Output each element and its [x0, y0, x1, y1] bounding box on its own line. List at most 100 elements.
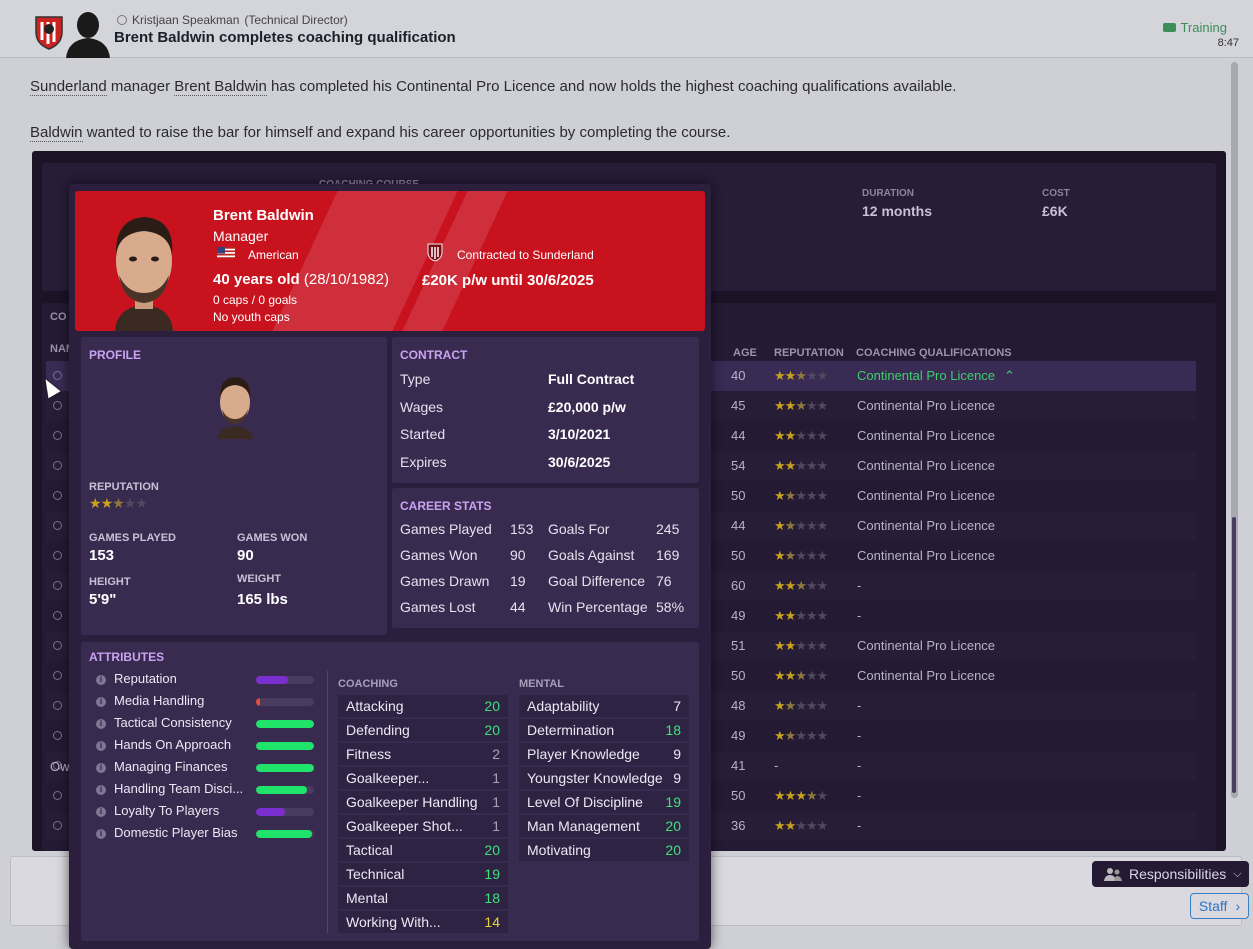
- attribute-value: 9: [673, 746, 681, 762]
- attribute-name: Youngster Knowledge: [527, 770, 663, 786]
- height-label: HEIGHT: [89, 576, 131, 588]
- message-paragraph-1: Sunderland manager Brent Baldwin has com…: [30, 75, 956, 98]
- row-age: 44: [731, 428, 746, 443]
- info-icon[interactable]: i: [96, 675, 106, 685]
- person-link[interactable]: Baldwin: [30, 124, 83, 142]
- info-icon[interactable]: i: [96, 829, 106, 839]
- manager-link[interactable]: Brent Baldwin: [174, 78, 267, 96]
- info-icon[interactable]: i: [96, 807, 106, 817]
- attribute-name: Man Management: [527, 818, 640, 834]
- attribute-bar: [256, 764, 314, 772]
- sender-line[interactable]: Kristjaan Speakman (Technical Director): [117, 13, 348, 27]
- row-age: 41: [731, 758, 746, 773]
- attribute-bar: [256, 742, 314, 750]
- age-column-header[interactable]: AGE: [733, 347, 757, 359]
- row-age: 50: [731, 668, 746, 683]
- staff-button[interactable]: Staff ›: [1190, 893, 1249, 919]
- person-icon: [53, 701, 62, 710]
- attribute-row[interactable]: Working With... 14: [338, 911, 508, 933]
- attribute-row[interactable]: Level Of Discipline 19: [519, 791, 689, 813]
- contract-key: Type: [400, 371, 431, 387]
- attribute-value: 2: [492, 746, 500, 762]
- attribute-row[interactable]: Determination 18: [519, 719, 689, 741]
- attribute-name: Defending: [346, 722, 410, 738]
- career-stat-name: Games Lost: [400, 599, 476, 615]
- attribute-row[interactable]: Youngster Knowledge 9: [519, 767, 689, 789]
- profile-title: PROFILE: [89, 348, 142, 362]
- sender-name[interactable]: Kristjaan Speakman: [132, 13, 239, 27]
- profile-portrait: [217, 377, 253, 439]
- manager-name: Brent Baldwin: [213, 207, 314, 224]
- person-icon: [53, 821, 62, 830]
- info-icon[interactable]: i: [96, 763, 106, 773]
- message-time: 8:47: [1217, 37, 1239, 49]
- responsibilities-button[interactable]: Responsibilities ⌵: [1092, 861, 1249, 887]
- row-age: 50: [731, 488, 746, 503]
- attribute-row[interactable]: Goalkeeper... 1: [338, 767, 508, 789]
- attribute-row[interactable]: Fitness 2: [338, 743, 508, 765]
- personal-attribute-name: Hands On Approach: [114, 737, 232, 752]
- attribute-bar: [256, 720, 314, 728]
- games-played-value: 153: [89, 547, 115, 564]
- games-played-label: GAMES PLAYED: [89, 532, 177, 544]
- contract-title: CONTRACT: [400, 348, 468, 362]
- info-icon[interactable]: i: [96, 785, 106, 795]
- club-link[interactable]: Sunderland: [30, 78, 107, 96]
- attribute-row[interactable]: Motivating 20: [519, 839, 689, 861]
- career-stat-name: Games Won: [400, 547, 478, 563]
- attribute-row[interactable]: Mental 18: [338, 887, 508, 909]
- row-qualification: Continental Pro Licence: [857, 548, 996, 563]
- row-age: 36: [731, 818, 746, 833]
- text-fragment: wanted to raise the bar for himself and …: [82, 124, 731, 141]
- attribute-row[interactable]: Attacking 20: [338, 695, 508, 717]
- attribute-row[interactable]: Defending 20: [338, 719, 508, 741]
- person-icon: [53, 521, 62, 530]
- attribute-name: Technical: [346, 866, 405, 882]
- attribute-row[interactable]: Tactical 20: [338, 839, 508, 861]
- row-qualification: -: [857, 758, 862, 773]
- row-reputation-stars: ★★★★★: [774, 548, 828, 563]
- chevron-right-icon: ›: [1235, 898, 1241, 914]
- chevron-up-icon[interactable]: ⌃: [1004, 368, 1015, 384]
- row-age: 54: [731, 458, 746, 473]
- row-qualification: Continental Pro Licence: [857, 488, 996, 503]
- row-qualification: Continental Pro Licence: [857, 638, 996, 653]
- row-reputation-stars: ★★★★★: [774, 728, 828, 743]
- attribute-row[interactable]: Technical 19: [338, 863, 508, 885]
- duration-label: DURATION: [862, 188, 915, 199]
- reputation-column-header[interactable]: REPUTATION: [774, 347, 844, 359]
- info-icon[interactable]: i: [96, 741, 106, 751]
- attribute-value: 18: [665, 722, 681, 738]
- sender-role: (Technical Director): [244, 13, 348, 27]
- attribute-value: 7: [673, 698, 681, 714]
- row-qualification: -: [857, 728, 862, 743]
- career-stats-title: CAREER STATS: [400, 499, 492, 513]
- message-category[interactable]: Training: [1162, 20, 1227, 35]
- coaching-label: COACHING: [338, 678, 398, 690]
- attribute-name: Goalkeeper Handling: [346, 794, 478, 810]
- cost-value: £6K: [1042, 203, 1068, 219]
- attribute-row[interactable]: Man Management 20: [519, 815, 689, 837]
- attribute-row[interactable]: Player Knowledge 9: [519, 743, 689, 765]
- table-scrollbar[interactable]: [1232, 517, 1236, 793]
- person-icon: [53, 641, 62, 650]
- attribute-row[interactable]: Goalkeeper Handling 1: [338, 791, 508, 813]
- row-reputation-stars: ★★★★★: [774, 398, 828, 413]
- info-icon[interactable]: i: [96, 697, 106, 707]
- reputation-stars: ★★★★★: [89, 495, 148, 511]
- qualifications-column-header[interactable]: COACHING QUALIFICATIONS: [856, 347, 1012, 359]
- attribute-bar-fill: [256, 698, 261, 706]
- row-qualification: -: [857, 608, 862, 623]
- profile-panel: PROFILE REPUTATION ★★★★★ GAMES PLAYED 15…: [81, 337, 387, 635]
- contract-value: 30/6/2025: [548, 453, 611, 470]
- person-icon: [53, 371, 62, 380]
- career-stat-value: 76: [656, 573, 672, 589]
- career-stat-value: 90: [510, 547, 526, 563]
- attribute-bar: [256, 808, 314, 816]
- attribute-value: 20: [665, 818, 681, 834]
- career-stat-value: 169: [656, 547, 680, 563]
- attribute-row[interactable]: Goalkeeper Shot... 1: [338, 815, 508, 837]
- attribute-row[interactable]: Adaptability 7: [519, 695, 689, 717]
- staff-silhouette-icon: [66, 12, 110, 58]
- info-icon[interactable]: i: [96, 719, 106, 729]
